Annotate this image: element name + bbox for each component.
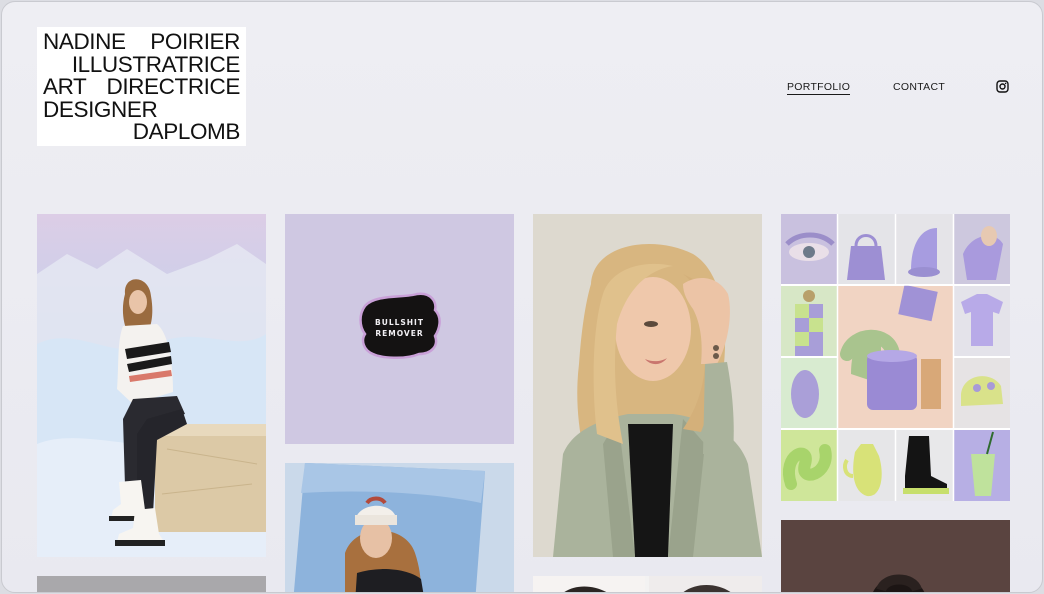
- winter-photo-image: [37, 214, 266, 557]
- portfolio-tile-lavender-collage[interactable]: [781, 214, 1010, 501]
- nav-contact-link[interactable]: CONTACT: [893, 81, 945, 93]
- logo-line-1: NADINE POIRIER: [43, 29, 240, 54]
- logo-line-2: ILLUSTRATRICE: [43, 51, 241, 77]
- sticker-text: BULLSHIT REMOVER: [285, 317, 514, 339]
- portfolio-tile-partial-1[interactable]: [37, 576, 266, 592]
- partial-photo-image-2: [781, 520, 1010, 592]
- logo-word: ILLUSTRATRICE: [71, 51, 241, 77]
- logo-word: ART: [43, 74, 87, 100]
- collage-image: [781, 214, 1010, 501]
- logo-word: DESIGNER: [43, 96, 158, 122]
- logo-line-4: DESIGNER: [43, 96, 240, 122]
- logo-line-3: ART DIRECTRICE: [43, 76, 240, 99]
- instagram-icon[interactable]: [996, 80, 1009, 93]
- nav-portfolio-link[interactable]: PORTFOLIO: [787, 81, 851, 95]
- logo-word: DIRECTRICE: [106, 74, 240, 100]
- portfolio-tile-winter-sitting[interactable]: [37, 214, 266, 557]
- browser-frame: NADINE POIRIER ILLUSTRATRICE ART DIRECTR…: [1, 1, 1043, 593]
- portfolio-tile-beanie[interactable]: [285, 463, 514, 592]
- portfolio-tile-bullshit-remover[interactable]: BULLSHIT REMOVER: [285, 214, 514, 444]
- logo-line-5: DAPLOMB: [43, 119, 241, 145]
- portfolio-tile-blonde-portrait[interactable]: [533, 214, 762, 557]
- portrait-photo-image: [533, 214, 762, 557]
- portfolio-tile-partial-3[interactable]: [781, 520, 1010, 592]
- portfolio-tile-partial-2[interactable]: [533, 576, 762, 592]
- sticker-line-1: BULLSHIT: [375, 318, 424, 327]
- logo-word: NADINE: [43, 29, 126, 54]
- partial-photo-image: [533, 576, 762, 592]
- sticker-line-2: REMOVER: [375, 329, 424, 338]
- site-logo[interactable]: NADINE POIRIER ILLUSTRATRICE ART DIRECTR…: [37, 27, 246, 146]
- logo-word: POIRIER: [150, 29, 240, 54]
- beanie-photo-image: [285, 463, 514, 592]
- logo-word: DAPLOMB: [132, 119, 241, 145]
